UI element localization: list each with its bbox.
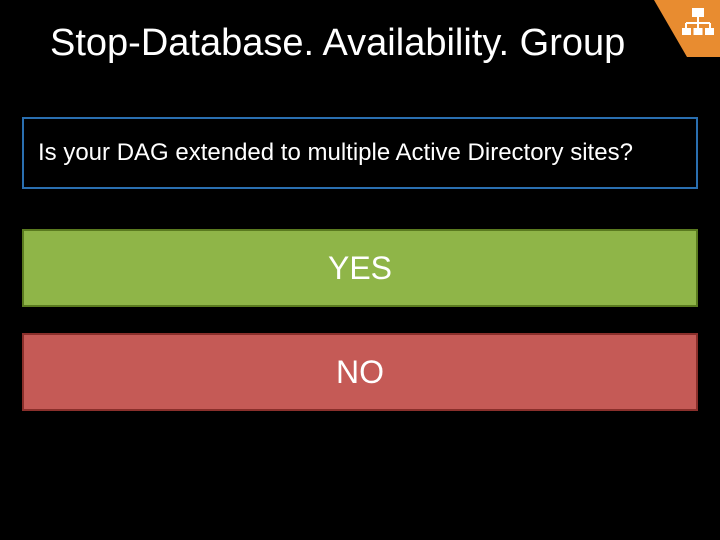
question-text: Is your DAG extended to multiple Active … (38, 139, 633, 167)
no-button[interactable]: NO (22, 333, 698, 411)
yes-label: YES (328, 250, 392, 287)
no-label: NO (336, 354, 384, 391)
org-chart-icon (654, 0, 720, 57)
yes-button[interactable]: YES (22, 229, 698, 307)
page-title: Stop-Database. Availability. Group (0, 0, 720, 65)
question-box: Is your DAG extended to multiple Active … (22, 117, 698, 189)
